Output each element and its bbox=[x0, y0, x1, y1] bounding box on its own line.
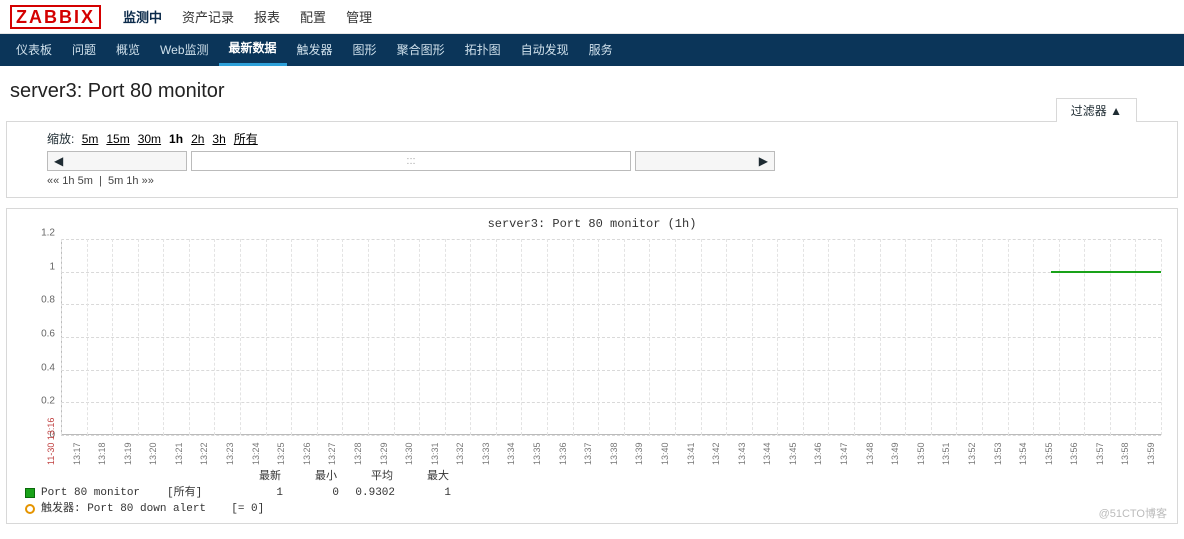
filter-toggle[interactable]: 过滤器 ▲ bbox=[1056, 98, 1137, 122]
x-tick: 13:52 bbox=[967, 442, 977, 465]
x-tick: 13:45 bbox=[788, 442, 798, 465]
y-tick: 0.8 bbox=[41, 295, 55, 306]
zoom-opt-1h[interactable]: 1h bbox=[169, 132, 183, 146]
x-tick: 13:56 bbox=[1069, 442, 1079, 465]
x-tick: 13:29 bbox=[379, 442, 389, 465]
topnav-item-1[interactable]: 资产记录 bbox=[182, 10, 234, 25]
subnav-item-10[interactable]: 服务 bbox=[579, 34, 623, 66]
x-tick: 13:54 bbox=[1018, 442, 1028, 465]
legend-trigger-row: 触发器: Port 80 down alert [= 0] bbox=[25, 501, 1167, 517]
x-tick: 11-30 13:16 bbox=[46, 418, 56, 465]
chart-area: 00.20.40.60.811.2 11-30 13:1613:1713:181… bbox=[61, 233, 1161, 463]
x-tick: 13:34 bbox=[506, 442, 516, 465]
x-tick: 13:59 bbox=[1146, 442, 1156, 465]
quick-links-left[interactable]: «« 1h 5m bbox=[47, 175, 93, 187]
filter-panel: 过滤器 ▲ 缩放: 5m15m30m1h2h3h所有 ◀ ::: ▶ «« 1h… bbox=[6, 121, 1178, 198]
chart-title: server3: Port 80 monitor (1h) bbox=[17, 217, 1167, 231]
x-tick: 13:17 bbox=[72, 442, 82, 465]
subnav-item-5[interactable]: 触发器 bbox=[287, 34, 343, 66]
subnav-item-6[interactable]: 图形 bbox=[343, 34, 387, 66]
x-tick: 13:39 bbox=[634, 442, 644, 465]
topnav-item-4[interactable]: 管理 bbox=[346, 10, 372, 25]
series-line bbox=[1051, 271, 1161, 273]
subnav-item-8[interactable]: 拓扑图 bbox=[455, 34, 511, 66]
y-tick: 1.2 bbox=[41, 228, 55, 239]
x-tick: 13:42 bbox=[711, 442, 721, 465]
watermark: @51CTO博客 bbox=[1099, 505, 1167, 521]
topnav-item-3[interactable]: 配置 bbox=[300, 10, 326, 25]
legend-swatch bbox=[25, 488, 35, 498]
zoom-opt-5m[interactable]: 5m bbox=[82, 132, 99, 146]
subnav-item-9[interactable]: 自动发现 bbox=[511, 34, 579, 66]
x-tick: 13:32 bbox=[455, 442, 465, 465]
x-tick: 13:51 bbox=[941, 442, 951, 465]
x-tick: 13:47 bbox=[839, 442, 849, 465]
time-slider-row: ◀ ::: ▶ bbox=[47, 151, 1137, 171]
quick-links-right[interactable]: 5m 1h »» bbox=[108, 175, 154, 187]
time-slider-grip[interactable]: ::: bbox=[399, 152, 423, 170]
logo: ZABBIX bbox=[10, 5, 101, 29]
page-title: server3: Port 80 monitor bbox=[0, 66, 1184, 121]
x-tick: 13:19 bbox=[123, 442, 133, 465]
x-tick: 13:49 bbox=[890, 442, 900, 465]
trigger-icon bbox=[25, 504, 35, 514]
x-tick: 13:37 bbox=[583, 442, 593, 465]
x-tick: 13:41 bbox=[686, 442, 696, 465]
time-next-button[interactable]: ▶ bbox=[635, 151, 775, 171]
x-tick: 13:35 bbox=[532, 442, 542, 465]
x-tick: 13:26 bbox=[302, 442, 312, 465]
subnav-item-2[interactable]: 概览 bbox=[106, 34, 150, 66]
subnav-item-1[interactable]: 问题 bbox=[62, 34, 106, 66]
x-tick: 13:50 bbox=[916, 442, 926, 465]
x-tick: 13:28 bbox=[353, 442, 363, 465]
x-tick: 13:30 bbox=[404, 442, 414, 465]
zoom-opt-15m[interactable]: 15m bbox=[106, 132, 129, 146]
y-tick: 1 bbox=[49, 261, 55, 272]
subnav-item-0[interactable]: 仪表板 bbox=[6, 34, 62, 66]
chart-panel: server3: Port 80 monitor (1h) 00.20.40.6… bbox=[6, 208, 1178, 524]
x-tick: 13:48 bbox=[865, 442, 875, 465]
x-tick: 13:31 bbox=[430, 442, 440, 465]
x-tick: 13:21 bbox=[174, 442, 184, 465]
x-tick: 13:55 bbox=[1044, 442, 1054, 465]
zoom-label: 缩放: bbox=[47, 132, 74, 146]
zoom-opt-3h[interactable]: 3h bbox=[212, 132, 225, 146]
x-tick: 13:40 bbox=[660, 442, 670, 465]
x-tick: 13:22 bbox=[199, 442, 209, 465]
legend-row: Port 80 monitor[所有]100.93021 bbox=[25, 485, 1167, 501]
x-tick: 13:23 bbox=[225, 442, 235, 465]
sub-nav: 仪表板问题概览Web监测最新数据触发器图形聚合图形拓扑图自动发现服务 bbox=[0, 34, 1184, 66]
x-tick: 13:43 bbox=[737, 442, 747, 465]
x-tick: 13:25 bbox=[276, 442, 286, 465]
subnav-item-4[interactable]: 最新数据 bbox=[219, 34, 287, 66]
time-prev-button[interactable]: ◀ bbox=[47, 151, 187, 171]
y-tick: 0.6 bbox=[41, 329, 55, 340]
x-tick: 13:36 bbox=[558, 442, 568, 465]
y-tick: 0.2 bbox=[41, 396, 55, 407]
zoom-opt-所有[interactable]: 所有 bbox=[234, 132, 258, 146]
subnav-item-7[interactable]: 聚合图形 bbox=[387, 34, 455, 66]
x-tick: 13:44 bbox=[762, 442, 772, 465]
x-tick: 13:46 bbox=[813, 442, 823, 465]
x-tick: 13:57 bbox=[1095, 442, 1105, 465]
y-tick: 0.4 bbox=[41, 362, 55, 373]
x-tick: 13:24 bbox=[251, 442, 261, 465]
time-slider-track[interactable]: ::: bbox=[191, 151, 631, 171]
x-tick: 13:53 bbox=[993, 442, 1003, 465]
chart-legend: 最新最小平均最大Port 80 monitor[所有]100.93021触发器:… bbox=[25, 469, 1167, 517]
topnav-item-0[interactable]: 监测中 bbox=[123, 10, 162, 25]
x-tick: 13:58 bbox=[1120, 442, 1130, 465]
subnav-item-3[interactable]: Web监测 bbox=[150, 34, 218, 66]
x-tick: 13:20 bbox=[148, 442, 158, 465]
zoom-opt-30m[interactable]: 30m bbox=[138, 132, 161, 146]
top-nav: ZABBIX 监测中 资产记录 报表 配置 管理 bbox=[0, 0, 1184, 34]
zoom-opt-2h[interactable]: 2h bbox=[191, 132, 204, 146]
topnav-item-2[interactable]: 报表 bbox=[254, 10, 280, 25]
x-tick: 13:18 bbox=[97, 442, 107, 465]
x-tick: 13:27 bbox=[327, 442, 337, 465]
time-quick-links: «« 1h 5m | 5m 1h »» bbox=[47, 175, 1137, 187]
zoom-row: 缩放: 5m 15m 30m 1h 2h 3h 所有 bbox=[47, 130, 1137, 147]
x-tick: 13:33 bbox=[481, 442, 491, 465]
x-tick: 13:38 bbox=[609, 442, 619, 465]
